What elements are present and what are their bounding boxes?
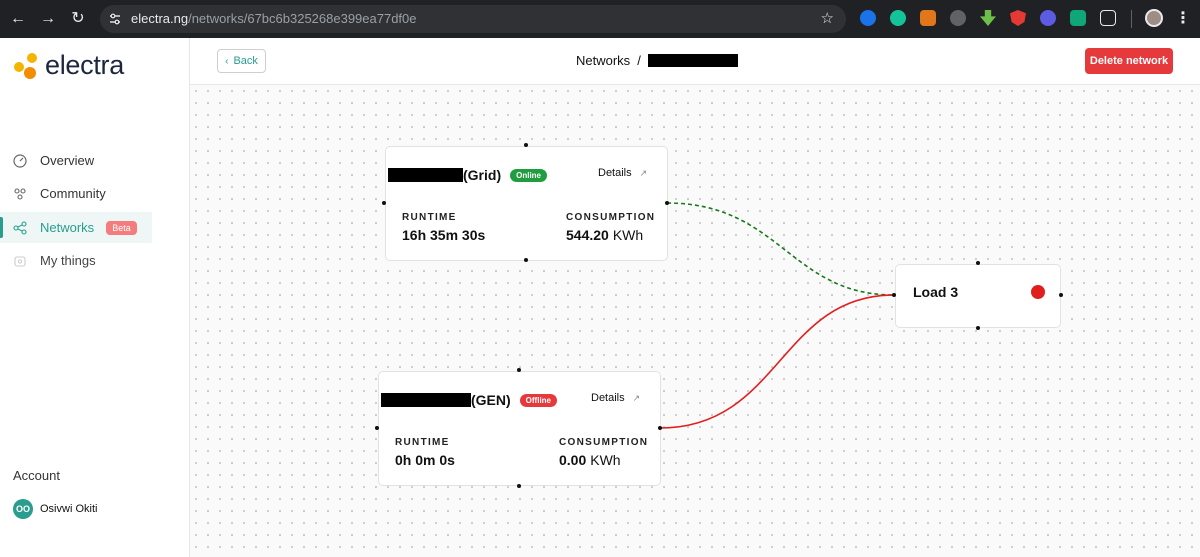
address-bar[interactable]: electra.ng/networks/67bc6b325268e399ea77… bbox=[100, 5, 846, 33]
consumption-value: 544.20 KWh bbox=[566, 227, 643, 243]
browser-menu-icon[interactable]: ⋮ bbox=[1175, 8, 1191, 28]
back-button[interactable]: ‹ Back bbox=[217, 49, 266, 73]
details-link[interactable]: Details ↗ bbox=[598, 167, 647, 179]
user-profile[interactable]: OO Osivwi Okiti bbox=[13, 499, 97, 519]
breadcrumb-networks[interactable]: Networks bbox=[576, 53, 630, 68]
sidebar-item-community[interactable]: Community bbox=[0, 178, 152, 209]
node-handle-top[interactable] bbox=[517, 368, 521, 372]
sidebar-item-networks[interactable]: Networks Beta bbox=[0, 212, 152, 243]
node-handle-left[interactable] bbox=[892, 293, 896, 297]
toolbar-divider bbox=[1131, 10, 1132, 28]
node-handle-bottom[interactable] bbox=[517, 484, 521, 488]
extension-1-icon[interactable] bbox=[860, 10, 876, 26]
forward-arrow-icon[interactable]: → bbox=[37, 8, 59, 30]
external-link-icon: ↗ bbox=[639, 167, 648, 178]
reload-icon[interactable]: ↻ bbox=[67, 8, 89, 30]
node-type-label: (GEN) bbox=[471, 392, 511, 408]
sidebar-item-label: Overview bbox=[40, 153, 95, 168]
beta-badge: Beta bbox=[106, 220, 137, 235]
url-text: electra.ng/networks/67bc6b325268e399ea77… bbox=[131, 11, 417, 26]
consumption-number: 0.00 bbox=[559, 452, 587, 468]
load-node[interactable]: Load 3 bbox=[895, 264, 1061, 328]
extension-star-icon[interactable] bbox=[1040, 10, 1056, 26]
grammarly-icon[interactable] bbox=[890, 10, 906, 26]
node-handle-right[interactable] bbox=[658, 426, 662, 430]
sidebar-item-label: Community bbox=[40, 186, 106, 201]
redacted-node-name bbox=[381, 393, 471, 407]
browser-toolbar: ← → ↻ electra.ng/networks/67bc6b325268e3… bbox=[0, 0, 1200, 38]
extension-glasses-icon[interactable] bbox=[950, 10, 966, 26]
account-heading: Account bbox=[13, 468, 60, 483]
extensions-puzzle-icon[interactable] bbox=[1100, 10, 1116, 26]
breadcrumb: Networks / bbox=[576, 53, 738, 68]
breadcrumb-separator: / bbox=[637, 53, 641, 68]
redacted-network-name bbox=[647, 54, 738, 67]
bookmark-star-icon[interactable]: ☆ bbox=[821, 9, 834, 27]
chevron-left-icon: ‹ bbox=[225, 55, 229, 67]
extension-m-icon[interactable] bbox=[1070, 10, 1086, 26]
redacted-node-name bbox=[388, 168, 463, 182]
consumption-label: CONSUMPTION bbox=[559, 437, 649, 448]
brand-name: electra bbox=[45, 50, 124, 80]
node-handle-bottom[interactable] bbox=[524, 258, 528, 262]
community-icon bbox=[14, 187, 26, 200]
site-settings-icon[interactable] bbox=[108, 12, 122, 26]
consumption-number: 544.20 bbox=[566, 227, 609, 243]
details-label: Details bbox=[598, 167, 632, 179]
back-arrow-icon[interactable]: ← bbox=[7, 8, 29, 30]
gauge-icon bbox=[13, 153, 27, 168]
back-button-label: Back bbox=[233, 55, 258, 67]
avatar: OO bbox=[13, 499, 33, 519]
details-label: Details bbox=[591, 392, 625, 404]
consumption-unit: KWh bbox=[612, 227, 644, 243]
runtime-label: RUNTIME bbox=[402, 212, 457, 223]
grid-node[interactable]: (Grid) Online Details ↗ RUNTIME 16h 35m … bbox=[385, 146, 668, 261]
sidebar-item-overview[interactable]: Overview bbox=[0, 145, 152, 176]
sidebar-item-label: Networks bbox=[40, 220, 95, 235]
consumption-value: 0.00 KWh bbox=[559, 452, 621, 468]
electra-logo-icon bbox=[14, 53, 37, 79]
status-badge: Online bbox=[510, 168, 547, 182]
download-icon[interactable] bbox=[980, 10, 996, 26]
consumption-label: CONSUMPTION bbox=[566, 212, 656, 223]
details-link[interactable]: Details ↗ bbox=[591, 392, 640, 404]
node-handle-left[interactable] bbox=[375, 426, 379, 430]
node-handle-bottom[interactable] bbox=[976, 326, 980, 330]
node-title: (GEN) Offline bbox=[381, 392, 558, 408]
page-header: ‹ Back Networks / Delete network bbox=[190, 38, 1200, 85]
profile-avatar[interactable] bbox=[1145, 9, 1163, 27]
consumption-unit: KWh bbox=[590, 452, 621, 468]
box-icon bbox=[14, 255, 26, 267]
runtime-value: 16h 35m 30s bbox=[402, 227, 486, 243]
node-handle-right[interactable] bbox=[1059, 293, 1063, 297]
node-handle-top[interactable] bbox=[524, 143, 528, 147]
url-path: /networks/67bc6b325268e399ea77df0e bbox=[188, 11, 417, 26]
gen-node[interactable]: (GEN) Offline Details ↗ RUNTIME 0h 0m 0s… bbox=[378, 371, 661, 486]
status-badge: Offline bbox=[519, 393, 558, 407]
sidebar: electra Overview Community Networks Beta… bbox=[0, 38, 190, 557]
external-link-icon: ↗ bbox=[632, 392, 641, 403]
node-type-label: (Grid) bbox=[463, 167, 502, 183]
user-name: Osivwi Okiti bbox=[40, 503, 98, 515]
node-handle-right[interactable] bbox=[665, 201, 669, 205]
node-handle-left[interactable] bbox=[382, 201, 386, 205]
load-title: Load 3 bbox=[913, 284, 959, 300]
node-handle-top[interactable] bbox=[976, 261, 980, 265]
sidebar-item-my-things[interactable]: My things bbox=[0, 245, 152, 276]
runtime-label: RUNTIME bbox=[395, 437, 450, 448]
node-title: (Grid) Online bbox=[388, 167, 547, 183]
metamask-icon[interactable] bbox=[920, 10, 936, 26]
url-domain: electra.ng bbox=[131, 11, 189, 26]
load-status-indicator bbox=[1031, 285, 1045, 299]
runtime-value: 0h 0m 0s bbox=[395, 452, 455, 468]
delete-network-button[interactable]: Delete network bbox=[1085, 48, 1173, 74]
sidebar-item-label: My things bbox=[40, 253, 96, 268]
network-icon bbox=[13, 220, 27, 235]
shield-icon[interactable] bbox=[1010, 10, 1026, 26]
